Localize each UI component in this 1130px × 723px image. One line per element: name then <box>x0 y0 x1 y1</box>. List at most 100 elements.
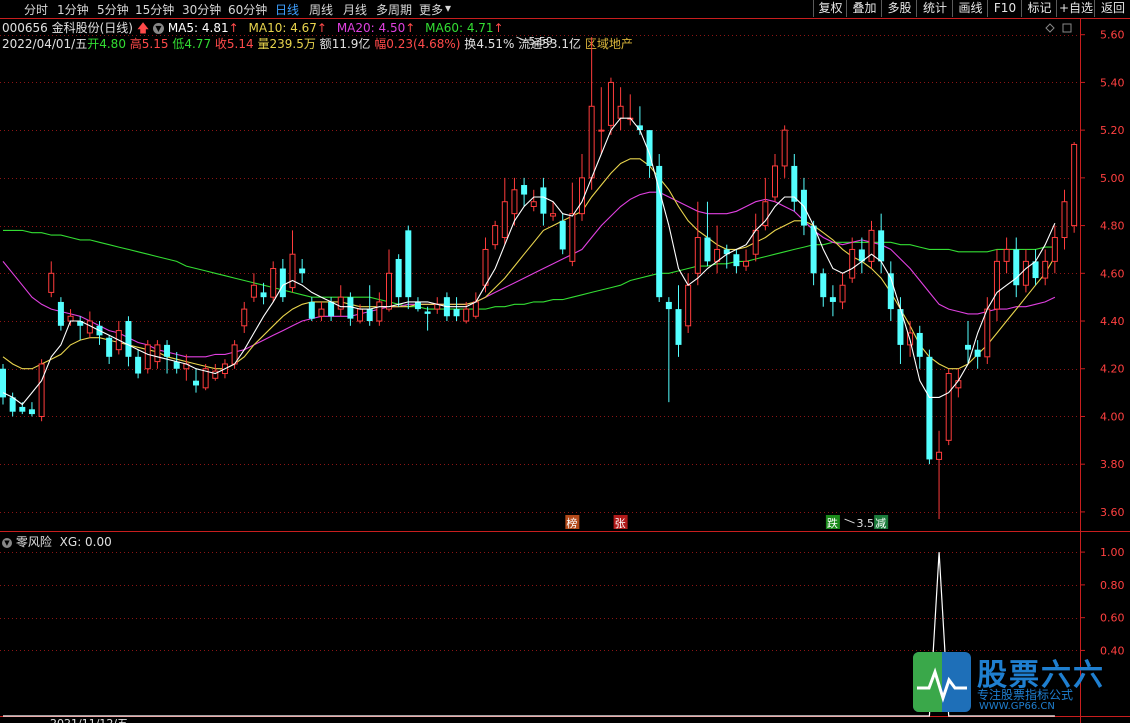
candle <box>492 220 499 250</box>
candle-body <box>569 213 576 262</box>
candle <box>434 297 441 314</box>
candle-body <box>1003 248 1010 262</box>
candle <box>945 368 952 446</box>
candle <box>77 316 84 341</box>
candle <box>540 177 547 226</box>
candle-body <box>849 248 856 279</box>
diamond-icon <box>1045 23 1055 33</box>
candle <box>424 306 431 331</box>
markers-group: 榜张跌减 <box>565 515 889 530</box>
candle-body <box>530 201 537 207</box>
signal-marker-label: 张 <box>615 517 626 530</box>
candle <box>164 340 171 374</box>
candle-body <box>955 380 962 389</box>
candle-body <box>1042 260 1049 279</box>
ma20-line <box>2 191 1056 358</box>
candle <box>125 316 132 367</box>
candle <box>241 301 248 333</box>
candle <box>521 177 528 207</box>
candle-body <box>279 268 286 298</box>
kline-chart[interactable]: 5.593.57 榜 张 跌 减 5.60 5.40 5.20 5.00 4.80 4.60 4.… <box>0 0 1130 723</box>
candle <box>193 368 199 393</box>
candle-body <box>125 321 132 357</box>
candle-body <box>405 230 412 298</box>
candle-body <box>607 81 614 126</box>
candle <box>993 249 1000 322</box>
candle-body <box>772 165 778 198</box>
candle-body <box>164 344 171 357</box>
watermark: 股票六六 专注股票指标公式 WWW.GP66.CN <box>913 652 1103 714</box>
annotations-group: 5.593.57 <box>516 35 881 530</box>
signal-marker-label: 榜 <box>566 516 577 530</box>
candle <box>743 249 750 271</box>
y-tick-label: 5.60 <box>1100 29 1125 42</box>
candle <box>1032 249 1039 286</box>
ma10-line <box>2 158 1056 370</box>
candle <box>1042 249 1049 286</box>
candle-body <box>1032 261 1039 279</box>
candle <box>694 201 701 286</box>
candle <box>337 285 344 317</box>
candle-body <box>965 344 971 350</box>
candle-body <box>289 253 296 289</box>
candle <box>772 154 778 202</box>
candle-body <box>820 273 827 298</box>
candle-body <box>694 237 701 274</box>
candle <box>1061 189 1068 250</box>
candle <box>386 249 392 312</box>
candle-body <box>135 356 142 374</box>
candle <box>347 292 354 326</box>
candle-body <box>868 229 875 262</box>
candle <box>829 285 836 317</box>
signal-marker: 减 <box>874 515 889 530</box>
candle-body <box>299 268 306 274</box>
candle-body <box>318 308 325 317</box>
candle-body <box>347 297 354 319</box>
candle-body <box>521 185 528 195</box>
candle <box>974 340 981 369</box>
candle <box>984 297 991 364</box>
candle-body <box>357 308 364 322</box>
candle <box>820 268 827 307</box>
candle <box>579 154 585 221</box>
candle-body <box>781 129 788 167</box>
candle-body <box>366 309 373 322</box>
candle <box>395 254 402 307</box>
candle-body <box>1061 201 1068 239</box>
candle-body <box>250 284 257 298</box>
candle-body <box>617 105 624 119</box>
watermark-url: WWW.GP66.CN <box>979 701 1055 712</box>
candle <box>57 297 64 331</box>
candle-body <box>800 189 807 226</box>
ma10-line-group <box>2 158 1056 370</box>
candle-body <box>395 258 402 298</box>
y-tick-label: 4.40 <box>1100 315 1125 328</box>
candle-body <box>48 272 55 293</box>
candle-body <box>144 344 151 370</box>
candle <box>936 430 943 520</box>
candle <box>781 125 788 178</box>
candle-body <box>559 220 566 250</box>
candle-body <box>993 260 1000 310</box>
candle-body <box>463 308 470 322</box>
signal-marker: 张 <box>613 515 628 530</box>
candle <box>270 261 277 302</box>
candle-body <box>974 349 981 357</box>
ma5-line-group <box>2 117 1056 406</box>
ma20-line-group <box>2 191 1056 358</box>
candle <box>28 402 35 417</box>
candle-body <box>579 177 585 215</box>
candle <box>144 340 151 374</box>
candle-body <box>598 129 605 132</box>
candle-body <box>511 189 518 215</box>
grid-lines <box>0 18 1130 723</box>
annotation-pointer <box>516 36 527 42</box>
ind-tick-label: 0.80 <box>1100 579 1125 592</box>
y-tick-label: 4.80 <box>1100 220 1125 233</box>
candle <box>569 182 576 267</box>
candle-body <box>916 332 923 357</box>
candle-body <box>328 301 335 317</box>
candle <box>299 258 306 283</box>
candle <box>530 189 537 212</box>
candle-body <box>57 301 64 326</box>
